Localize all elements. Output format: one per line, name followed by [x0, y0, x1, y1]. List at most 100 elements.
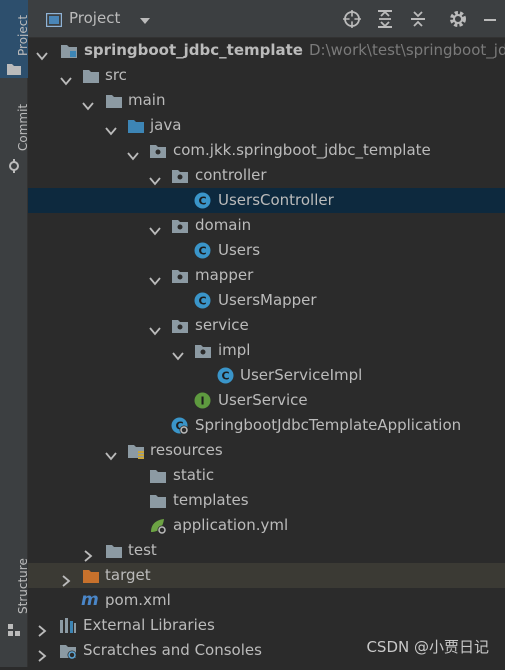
tree-label-application-yml: application.yml	[173, 516, 289, 534]
folder-icon	[149, 467, 167, 484]
folder-icon	[7, 60, 21, 79]
tree-row-external-libraries[interactable]: External Libraries	[28, 613, 505, 638]
tree-label-users: Users	[218, 241, 261, 259]
tree-row-users-controller[interactable]: C UsersController	[28, 188, 505, 213]
java-class-icon: C	[194, 192, 212, 209]
tree-label-resources: resources	[150, 441, 223, 459]
tree-label-test: test	[128, 541, 157, 559]
package-icon	[171, 267, 189, 284]
chevron-down-icon[interactable]	[60, 70, 72, 86]
chevron-down-icon[interactable]	[149, 220, 161, 236]
library-icon	[59, 617, 77, 634]
crosshair-icon[interactable]	[342, 9, 362, 29]
project-view-title[interactable]: Project	[69, 9, 120, 27]
package-icon	[171, 317, 189, 334]
commit-tool-tab[interactable]: Commit	[0, 96, 30, 177]
chevron-down-icon[interactable]	[82, 95, 94, 111]
spring-config-icon	[149, 517, 167, 535]
svg-text:C: C	[198, 295, 206, 308]
svg-text:C: C	[198, 245, 206, 258]
project-view-icon	[45, 12, 63, 31]
collapse-all-icon[interactable]	[408, 9, 428, 29]
spring-boot-class-icon: C	[171, 417, 189, 435]
structure-tool-tab[interactable]: Structure	[0, 552, 30, 642]
tree-row-src[interactable]: src	[28, 63, 505, 88]
svg-text:C: C	[221, 370, 229, 383]
tree-label-domain: domain	[195, 216, 252, 234]
tree-label-static: static	[173, 466, 215, 484]
tree-label-package: com.jkk.springboot_jdbc_template	[173, 141, 431, 159]
tree-label-user-service: UserService	[218, 391, 308, 409]
folder-icon	[105, 542, 123, 559]
package-icon	[171, 217, 189, 234]
chevron-down-icon[interactable]	[36, 45, 48, 61]
tree-row-test[interactable]: test	[28, 538, 505, 563]
tree-row-application-class[interactable]: C SpringbootJdbcTemplateApplication	[28, 413, 505, 438]
tree-label-controller: controller	[195, 166, 267, 184]
tree-row-main[interactable]: main	[28, 88, 505, 113]
tree-row-service[interactable]: service	[28, 313, 505, 338]
chevron-down-icon[interactable]	[149, 170, 161, 186]
scratches-icon	[59, 642, 77, 660]
java-interface-icon: I	[194, 392, 212, 409]
tree-row-user-service[interactable]: I UserService	[28, 388, 505, 413]
expand-all-icon[interactable]	[375, 9, 395, 29]
tree-row-target[interactable]: target	[28, 563, 505, 588]
tree-row-root[interactable]: springboot_jdbc_template D:\work\test\spr…	[28, 38, 505, 63]
chevron-down-icon[interactable]	[127, 145, 139, 161]
tree-row-application-yml[interactable]: application.yml	[28, 513, 505, 538]
tree-row-controller[interactable]: controller	[28, 163, 505, 188]
module-folder-icon	[60, 42, 78, 59]
chevron-right-icon[interactable]	[36, 620, 48, 637]
tree-label-application-class: SpringbootJdbcTemplateApplication	[195, 416, 462, 434]
chevron-down-icon[interactable]	[105, 120, 117, 136]
tree-label-main: main	[128, 91, 166, 109]
commit-icon	[7, 158, 21, 177]
tree-label-target: target	[105, 566, 151, 584]
chevron-down-icon[interactable]	[149, 270, 161, 286]
tree-label-scratches: Scratches and Consoles	[83, 641, 262, 659]
chevron-down-icon[interactable]	[172, 345, 184, 361]
tree-row-package[interactable]: com.jkk.springboot_jdbc_template	[28, 138, 505, 163]
tree-label-pom: pom.xml	[105, 591, 171, 609]
svg-text:I: I	[200, 395, 204, 408]
tree-row-impl[interactable]: impl	[28, 338, 505, 363]
tree-row-user-service-impl[interactable]: C UserServiceImpl	[28, 363, 505, 388]
chevron-right-icon[interactable]	[60, 570, 72, 587]
chevron-right-icon[interactable]	[36, 645, 48, 662]
project-tool-tab[interactable]: Project	[0, 0, 30, 79]
project-header: Project	[28, 0, 505, 38]
tree-row-domain[interactable]: domain	[28, 213, 505, 238]
tree-label-templates: templates	[173, 491, 249, 509]
chevron-down-icon[interactable]	[139, 12, 151, 31]
tree-row-users-mapper[interactable]: C UsersMapper	[28, 288, 505, 313]
tree-row-templates[interactable]: templates	[28, 488, 505, 513]
minimize-icon[interactable]	[480, 9, 500, 29]
maven-icon: m	[80, 590, 99, 610]
tree-row-mapper[interactable]: mapper	[28, 263, 505, 288]
tree-row-resources[interactable]: resources	[28, 438, 505, 463]
java-class-icon: C	[194, 292, 212, 309]
java-class-icon: C	[194, 242, 212, 259]
chevron-right-icon[interactable]	[82, 545, 94, 562]
tree-row-pom[interactable]: m pom.xml	[28, 588, 505, 613]
chevron-down-icon[interactable]	[105, 445, 117, 461]
tree-label-service: service	[195, 316, 249, 334]
resources-folder-icon	[127, 442, 145, 459]
package-icon	[171, 167, 189, 184]
source-folder-icon	[127, 117, 145, 134]
structure-icon	[7, 622, 21, 641]
tree-label-users-controller: UsersController	[218, 191, 334, 209]
chevron-down-icon[interactable]	[149, 320, 161, 336]
root-project-label: springboot_jdbc_template D:\work\test\spr…	[84, 41, 505, 59]
tree-row-users[interactable]: C Users	[28, 238, 505, 263]
tree-label-src: src	[105, 66, 127, 84]
gear-icon[interactable]	[448, 9, 468, 29]
folder-icon	[82, 67, 100, 84]
folder-icon	[149, 492, 167, 509]
project-tree: springboot_jdbc_template D:\work\test\spr…	[28, 38, 505, 667]
tree-row-java[interactable]: java	[28, 113, 505, 138]
java-class-icon: C	[217, 367, 235, 384]
svg-text:C: C	[198, 195, 206, 208]
tree-row-static[interactable]: static	[28, 463, 505, 488]
